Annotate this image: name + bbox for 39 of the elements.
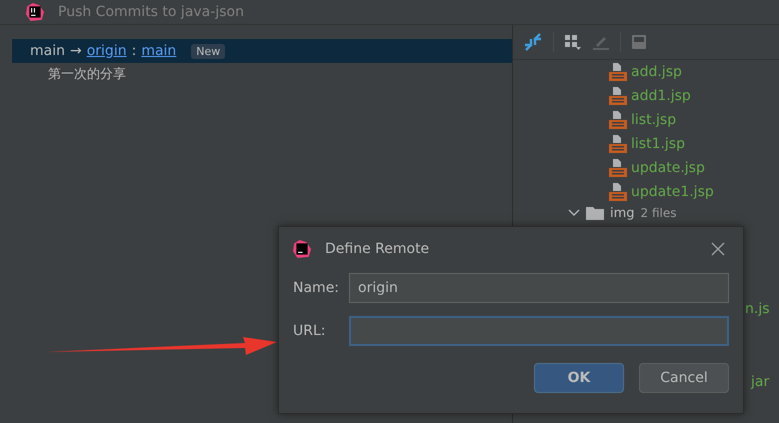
remote-link[interactable]: origin [86,43,127,59]
jsp-file-icon [608,182,628,202]
jsp-file-icon [608,134,628,154]
file-name-fragment: n.js [745,301,770,317]
folder-icon [586,206,604,220]
file-row[interactable]: list1.jsp [513,132,779,156]
file-row[interactable]: update1.jsp [513,180,779,204]
file-row[interactable]: list.jsp [513,108,779,132]
jsp-file-icon [608,110,628,130]
chevron-icon[interactable] [568,209,580,217]
jsp-file-icon [608,62,628,82]
app-logo-icon [293,240,311,258]
ok-button[interactable]: OK [534,363,624,393]
cancel-button[interactable]: Cancel [639,363,729,393]
window-title: Push Commits to java-json [58,4,244,20]
branch-row[interactable]: main → origin : main New [12,39,512,63]
new-badge: New [191,44,226,58]
file-row[interactable]: add.jsp [513,60,779,84]
jsp-file-icon [608,86,628,106]
close-icon[interactable] [711,242,725,256]
collapse-icon[interactable] [523,33,543,51]
commit-message[interactable]: 第一次的分享 [12,63,512,87]
jsp-file-icon [608,158,628,178]
text-field[interactable]: origin [349,273,729,303]
file-name-fragment: jar [751,374,770,390]
arrow-glyph: → [70,43,82,59]
field-label: Name: [293,280,340,296]
group-icon[interactable] [564,34,582,50]
local-branch: main [30,43,65,59]
remote-branch-link[interactable]: main [141,43,176,59]
file-row[interactable]: add1.jsp [513,84,779,108]
separator: : [132,43,136,59]
field-label: URL: [293,323,326,339]
dialog-title: Define Remote [325,241,430,257]
panel-icon[interactable] [631,34,647,50]
app-logo-icon [26,3,44,21]
folder-row[interactable]: img 2 files [513,204,779,222]
file-row[interactable]: update.jsp [513,156,779,180]
text-field[interactable] [349,316,729,346]
